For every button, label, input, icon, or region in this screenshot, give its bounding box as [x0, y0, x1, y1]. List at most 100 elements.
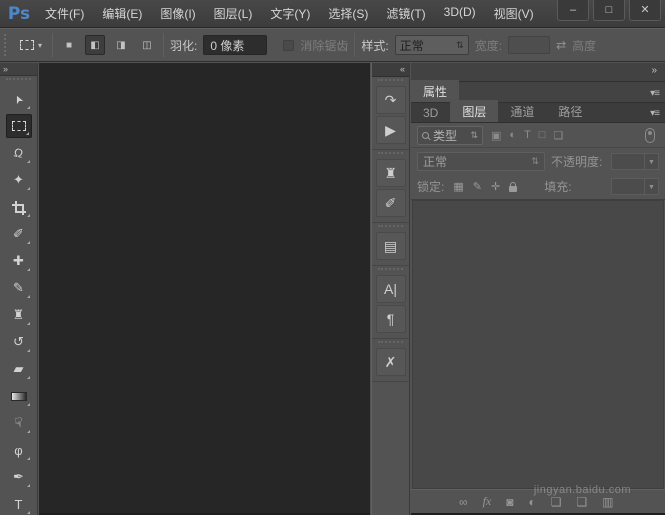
antialias-label: 消除锯齿 [300, 37, 348, 54]
pen-tool[interactable]: ✒ [6, 465, 32, 489]
spot-healing-brush-tool[interactable]: ✚ [6, 249, 32, 273]
type-tool[interactable]: T [6, 492, 32, 515]
layers-list [412, 200, 664, 489]
new-layer-icon[interactable]: ❑ [577, 495, 588, 509]
maximize-button[interactable]: □ [593, 0, 625, 21]
collapsed-panel-strip: « ↷ ▶ ♜ ✐ ▤ A| ¶ ✗ [371, 63, 410, 515]
brush-tool[interactable]: ✎ [6, 276, 32, 300]
tab-3d[interactable]: 3D [411, 103, 450, 122]
adjustment-layer-icon[interactable]: ◐ [528, 495, 535, 509]
magic-wand-tool[interactable]: ✦ [6, 168, 32, 192]
filter-toggle-icon[interactable] [645, 128, 655, 143]
menu-type[interactable]: 文字(Y) [263, 1, 317, 26]
history-panel-button[interactable]: ↷ [376, 86, 406, 114]
tab-channels[interactable]: 通道 [498, 100, 546, 122]
actions-icon: ▶ [385, 122, 396, 139]
delete-layer-icon[interactable]: ▥ [602, 495, 613, 509]
watermark: jingyan.baidu.com [534, 484, 631, 496]
rectangular-marquee-tool[interactable] [6, 114, 32, 138]
eraser-icon: ▰ [14, 361, 24, 377]
dodge-tool[interactable]: φ [6, 438, 32, 462]
menu-image[interactable]: 图像(I) [153, 1, 202, 26]
photoshop-window: Ps 文件(F) 编辑(E) 图像(I) 图层(L) 文字(Y) 选择(S) 滤… [0, 0, 665, 515]
opacity-field[interactable]: ▼ [611, 153, 659, 170]
lock-position-icon[interactable]: ✛ [491, 180, 500, 193]
paragraph-panel-button[interactable]: ¶ [376, 305, 406, 333]
filter-smart-objects-icon[interactable]: ❏ [553, 129, 563, 142]
menu-3d[interactable]: 3D(D) [437, 1, 483, 26]
clone-stamp-tool[interactable]: ♜ [6, 303, 32, 327]
fill-input[interactable] [611, 178, 645, 195]
gradient-tool[interactable] [6, 384, 32, 408]
kind-label: 类型 [433, 127, 457, 144]
lock-pixels-icon[interactable]: ✎ [473, 180, 482, 193]
grip-dots [378, 268, 403, 273]
link-layers-icon[interactable]: ∞ [459, 495, 468, 509]
new-selection-button[interactable]: ■ [59, 35, 79, 55]
menu-select[interactable]: 选择(S) [321, 1, 375, 26]
layer-style-icon[interactable]: fx [483, 494, 492, 509]
style-dropdown[interactable]: 正常 ⇅ [395, 35, 469, 55]
width-label: 宽度: [475, 37, 502, 54]
eraser-tool[interactable]: ▰ [6, 357, 32, 381]
move-icon: ➤ [11, 92, 27, 106]
menu-layer[interactable]: 图层(L) [207, 1, 260, 26]
tool-preset-picker[interactable]: ▾ [16, 37, 46, 53]
tool-presets-panel-button[interactable]: ✗ [376, 348, 406, 376]
panel-menu-icon[interactable]: ▾≡ [644, 105, 665, 122]
smudge-tool[interactable]: ☟ [6, 411, 32, 435]
menu-view[interactable]: 视图(V) [487, 1, 538, 26]
filter-adjustment-layers-icon[interactable]: ◐ [509, 129, 516, 141]
feather-input[interactable]: 0 像素 [203, 35, 267, 55]
menu-file[interactable]: 文件(F) [38, 1, 91, 26]
tools-collapse-button[interactable]: » [0, 63, 37, 76]
panel-menu-icon[interactable]: ▾≡ [644, 85, 665, 102]
chevron-down-icon[interactable]: ▼ [645, 153, 659, 170]
new-group-icon[interactable]: ❏ [551, 495, 562, 509]
menu-edit[interactable]: 编辑(E) [95, 1, 149, 26]
crop-tool[interactable] [6, 195, 32, 219]
minimize-button[interactable]: – [557, 0, 589, 21]
eyedropper-tool[interactable]: ✐ [6, 222, 32, 246]
antialias-checkbox[interactable] [283, 40, 294, 51]
filter-shape-layers-icon[interactable]: □ [539, 129, 546, 141]
close-button[interactable]: ✕ [629, 0, 661, 21]
tab-properties[interactable]: 属性 [411, 80, 459, 102]
clone-source-panel-button[interactable]: ♜ [376, 159, 406, 187]
blend-mode-dropdown[interactable]: 正常 ⇅ [417, 152, 545, 171]
brush-presets-panel-button[interactable]: ✐ [376, 189, 406, 217]
intersect-selection-button[interactable]: ◫ [137, 35, 157, 55]
actions-panel-button[interactable]: ▶ [376, 116, 406, 144]
width-input[interactable] [508, 36, 550, 54]
character-panel-button[interactable]: A| [376, 275, 406, 303]
subtract-from-selection-button[interactable]: ◨ [111, 35, 131, 55]
lock-transparency-icon[interactable]: ▦ [453, 180, 463, 193]
swap-dimensions-icon[interactable]: ⇄ [556, 38, 566, 52]
tab-layers[interactable]: 图层 [450, 100, 498, 122]
fill-field[interactable]: ▼ [611, 178, 659, 195]
history-brush-tool[interactable]: ↺ [6, 330, 32, 354]
opacity-input[interactable] [611, 153, 645, 170]
search-icon [422, 132, 429, 139]
menu-filter[interactable]: 滤镜(T) [379, 1, 432, 26]
separator [163, 33, 164, 57]
marquee-preset-icon [20, 40, 34, 50]
filter-pixel-layers-icon[interactable]: ▣ [491, 129, 501, 142]
chevron-down-icon: ▾ [38, 41, 42, 50]
add-to-selection-button[interactable]: ◧ [85, 35, 105, 55]
filter-type-layers-icon[interactable]: T [524, 129, 531, 141]
options-grip [4, 34, 8, 56]
lock-row: 锁定: ▦ ✎ ✛ 填充: ▼ [411, 174, 665, 200]
filter-kind-dropdown[interactable]: 类型 ⇅ [417, 126, 483, 145]
history-brush-icon: ↺ [13, 334, 24, 350]
eyedropper-icon: ✐ [13, 226, 24, 242]
tab-paths[interactable]: 路径 [546, 100, 594, 122]
lasso-tool[interactable]: Ω [6, 141, 32, 165]
move-tool[interactable]: ➤ [6, 87, 32, 111]
chevron-down-icon[interactable]: ▼ [645, 178, 659, 195]
strip-expand-button[interactable]: « [372, 63, 409, 77]
layer-comps-panel-button[interactable]: ▤ [376, 232, 406, 260]
fill-label: 填充: [544, 178, 571, 195]
layer-mask-icon[interactable]: ◙ [506, 495, 513, 509]
lock-all-icon[interactable] [509, 186, 517, 192]
